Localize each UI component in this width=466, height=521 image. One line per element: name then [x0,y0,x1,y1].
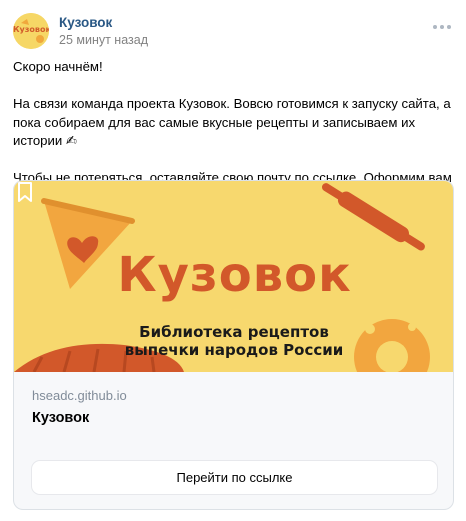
more-dot [447,25,451,29]
more-icon[interactable] [433,25,451,29]
avatar-label: Кузовок [13,25,49,34]
more-dot [433,25,437,29]
post-text-paragraph: На связи команда проекта Кузовок. Вовсю … [13,96,451,148]
banner-subtitle: Библиотека рецептов выпечки народов Росс… [124,323,344,359]
open-link-button[interactable]: Перейти по ссылке [32,461,437,494]
more-dot [440,25,444,29]
post-header: Кузовок Кузовок 25 минут назад [13,13,453,53]
bookmark-icon[interactable] [14,181,36,203]
link-domain[interactable]: hseadc.github.io [32,388,127,403]
link-card[interactable]: Кузовок Библиотека рецептов выпечки наро… [13,180,454,510]
link-card-banner[interactable]: Кузовок Библиотека рецептов выпечки наро… [14,181,453,372]
avatar[interactable]: Кузовок [13,13,49,49]
post-text-line: Скоро начнём! [13,59,103,74]
banner-title: Кузовок [117,247,352,303]
post: Кузовок Кузовок 25 минут назад Скоро нач… [0,0,466,521]
link-title[interactable]: Кузовок [32,410,89,426]
post-time[interactable]: 25 минут назад [59,33,148,47]
author-name[interactable]: Кузовок [59,15,112,30]
